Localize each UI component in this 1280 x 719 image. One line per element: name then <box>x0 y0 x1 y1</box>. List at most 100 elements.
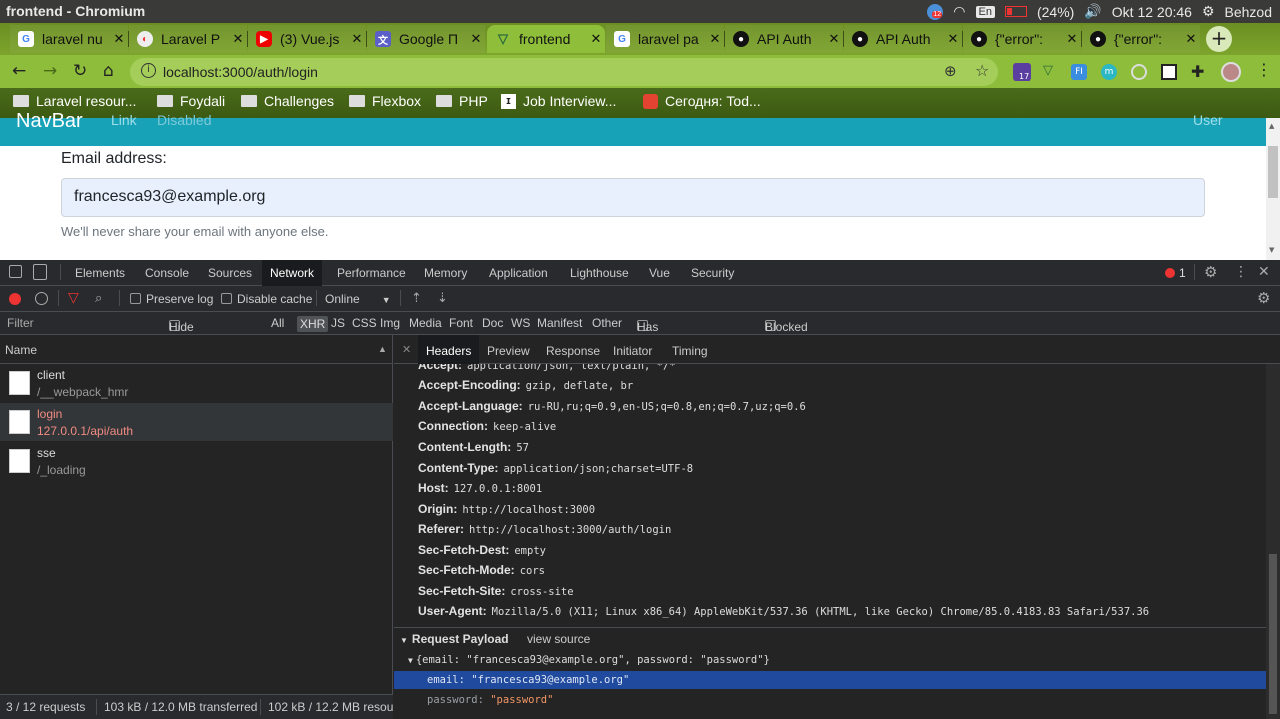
navbar-brand[interactable]: NavBar <box>16 110 83 133</box>
bookmark-star-icon[interactable]: ☆ <box>975 61 989 80</box>
bookmark-folder[interactable]: Foydali <box>157 93 225 109</box>
settings-gear-icon[interactable]: ⚙ <box>1204 263 1217 281</box>
browser-tab[interactable]: ▶ (3) Vue.js ✕ <box>248 25 366 53</box>
details-scrollbar[interactable] <box>1266 364 1280 719</box>
filter-doc[interactable]: Doc <box>482 316 503 330</box>
payload-object[interactable]: ▼ {email: "francesca93@example.org", pass… <box>408 654 770 666</box>
avatar[interactable] <box>1221 62 1241 82</box>
notification-icon[interactable]: 12 <box>927 3 944 20</box>
browser-tab[interactable]: ● API Auth ✕ <box>844 25 962 53</box>
tab-console[interactable]: Console <box>137 260 197 286</box>
back-icon[interactable]: ← <box>12 61 26 81</box>
filter-font[interactable]: Font <box>449 316 473 330</box>
tab-response[interactable]: Response <box>538 335 608 364</box>
filter-media[interactable]: Media <box>409 316 442 330</box>
battery-icon[interactable] <box>1004 6 1027 17</box>
volume-icon[interactable]: 🔊 <box>1084 3 1101 20</box>
network-settings-gear-icon[interactable]: ⚙ <box>1257 289 1270 307</box>
disable-cache-checkbox[interactable]: Disable cache <box>221 292 312 306</box>
bookmark-folder[interactable]: Laravel resour... <box>13 93 136 109</box>
preserve-log-checkbox[interactable]: Preserve log <box>130 292 213 306</box>
clear-icon[interactable] <box>35 292 48 305</box>
close-icon[interactable]: ✕ <box>1063 31 1081 47</box>
tab-preview[interactable]: Preview <box>479 335 538 364</box>
browser-tab-active[interactable]: ▽ frontend ✕ <box>487 25 605 53</box>
tab-security[interactable]: Security <box>683 260 742 286</box>
bookmark-folder[interactable]: Flexbox <box>349 93 421 109</box>
tab-timing[interactable]: Timing <box>664 335 716 364</box>
bookmark-folder[interactable]: PHP <box>436 93 488 109</box>
throttle-select[interactable]: Online ▼ <box>325 292 391 306</box>
close-icon[interactable]: ✕ <box>110 31 128 47</box>
vue-devtools-icon[interactable]: ▽ <box>1043 63 1053 78</box>
browser-tab[interactable]: Glaravel nu ✕ <box>10 25 128 53</box>
request-row[interactable]: client /__webpack_hmr <box>0 364 393 402</box>
browser-tab[interactable]: ● {"error": ✕ <box>1082 25 1200 53</box>
filter-other[interactable]: Other <box>592 316 622 330</box>
address-bar[interactable]: i localhost:3000/auth/login ⊕ ☆ <box>130 58 998 86</box>
inspect-icon[interactable] <box>9 265 22 278</box>
forward-icon[interactable]: → <box>43 61 57 81</box>
close-icon[interactable]: ✕ <box>587 31 605 47</box>
scroll-down-icon[interactable]: ▼ <box>1269 246 1274 254</box>
error-count[interactable]: 1 <box>1179 266 1186 280</box>
view-source-link[interactable]: view source <box>527 632 590 646</box>
extension-icon[interactable] <box>1131 64 1147 80</box>
close-icon[interactable]: ✕ <box>944 31 962 47</box>
tab-headers[interactable]: Headers <box>418 335 480 364</box>
search-icon[interactable]: ⌕ <box>95 290 102 306</box>
reload-icon[interactable]: ↻ <box>73 61 87 81</box>
bookmark-item[interactable]: Сегодня: Tod... <box>643 93 761 109</box>
close-icon[interactable]: ✕ <box>467 31 485 47</box>
user-name[interactable]: Behzod <box>1225 4 1272 20</box>
extension-icon[interactable]: FI <box>1071 64 1087 80</box>
record-icon[interactable] <box>9 293 21 305</box>
close-devtools-icon[interactable]: ✕ <box>1258 264 1270 280</box>
browser-tab[interactable]: ◐ Laravel P ✕ <box>129 25 247 53</box>
tab-application[interactable]: Application <box>481 260 556 286</box>
info-icon[interactable]: i <box>141 63 156 78</box>
filter-manifest[interactable]: Manifest <box>537 316 582 330</box>
filter-xhr[interactable]: XHR <box>297 316 329 332</box>
filter-all[interactable]: All <box>271 316 284 330</box>
wifi-icon[interactable]: ◠ <box>953 3 965 20</box>
bookmark-folder[interactable]: Challenges <box>241 93 334 109</box>
url-text[interactable]: localhost:3000/auth/login <box>163 64 318 80</box>
request-row-selected[interactable]: login 127.0.0.1/api/auth <box>0 403 393 441</box>
filter-css[interactable]: CSS <box>352 316 377 330</box>
nav-user-dropdown[interactable]: User <box>1193 112 1223 128</box>
puzzle-icon[interactable]: ✚ <box>1191 62 1204 81</box>
scroll-up-icon[interactable]: ▲ <box>1269 122 1274 130</box>
tab-performance[interactable]: Performance <box>329 260 414 286</box>
email-field[interactable]: francesca93@example.org <box>61 178 1205 217</box>
extension-icon[interactable]: 17 <box>1013 63 1031 81</box>
zoom-icon[interactable]: ⊕ <box>944 62 957 80</box>
close-icon[interactable]: ✕ <box>1182 31 1200 47</box>
tab-network[interactable]: Network <box>262 260 323 286</box>
device-toolbar-icon[interactable] <box>33 264 47 280</box>
filter-js[interactable]: JS <box>331 316 345 330</box>
import-har-icon[interactable]: ⇡ <box>411 290 422 306</box>
clock[interactable]: Okt 12 20:46 <box>1112 4 1192 20</box>
extension-icon[interactable]: m <box>1101 64 1117 80</box>
request-row[interactable]: sse /_loading <box>0 442 393 480</box>
browser-tab[interactable]: ● {"error": ✕ <box>963 25 1081 53</box>
close-icon[interactable]: ✕ <box>348 31 366 47</box>
request-payload-header[interactable]: ▼ Request Payload <box>400 632 509 646</box>
tab-initiator[interactable]: Initiator <box>605 335 660 364</box>
scrollbar-thumb[interactable] <box>1269 554 1277 714</box>
tab-vue[interactable]: Vue <box>641 260 678 286</box>
filter-input[interactable]: Filter <box>7 316 34 330</box>
close-icon[interactable]: ✕ <box>825 31 843 47</box>
filter-img[interactable]: Img <box>380 316 400 330</box>
new-tab-button[interactable]: + <box>1206 26 1232 52</box>
browser-tab[interactable]: ● API Auth ✕ <box>725 25 843 53</box>
tab-sources[interactable]: Sources <box>200 260 260 286</box>
tab-memory[interactable]: Memory <box>416 260 475 286</box>
payload-email-row[interactable]: email: "francesca93@example.org" <box>394 671 1266 689</box>
menu-icon[interactable]: ⋮ <box>1256 60 1272 79</box>
page-scrollbar[interactable]: ▲ ▼ <box>1266 118 1280 260</box>
home-icon[interactable]: ⌂ <box>103 61 114 81</box>
export-har-icon[interactable]: ⇣ <box>437 290 448 306</box>
more-menu-icon[interactable]: ⋮ <box>1234 264 1248 280</box>
